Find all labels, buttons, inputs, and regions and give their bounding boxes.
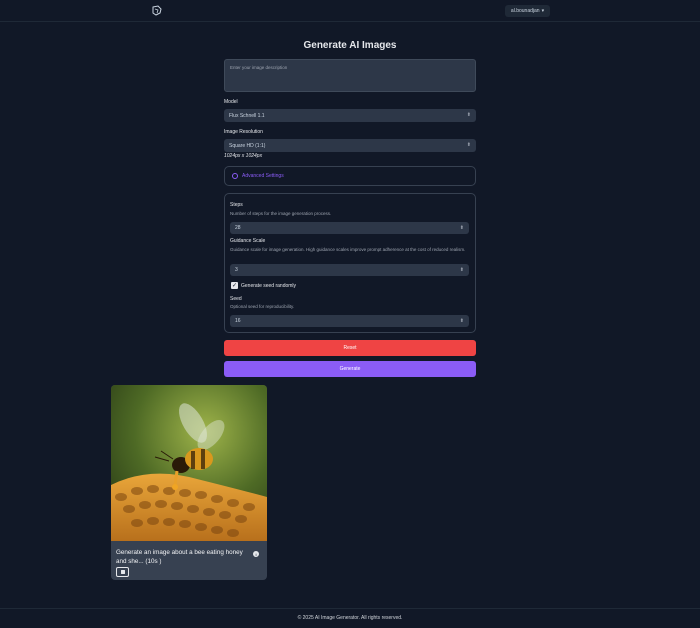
chevron-updown-icon: ⬍ — [466, 142, 471, 148]
stop-button[interactable] — [116, 567, 129, 577]
steps-label: Steps — [230, 202, 243, 208]
steps-value: 28 — [235, 225, 241, 231]
model-select[interactable]: Flux Schnell 1.1 ⬍ — [224, 109, 476, 122]
prompt-input[interactable]: Enter your image description — [224, 59, 476, 92]
resolution-select[interactable]: Square HD (1:1) ⬍ — [224, 139, 476, 152]
seed-label: Seed — [230, 296, 242, 302]
model-label: Model — [224, 99, 238, 105]
seed-input[interactable]: 16 ⬍ — [230, 315, 469, 327]
steps-input[interactable]: 28 ⬍ — [230, 222, 469, 234]
image-caption: Generate an image about a bee eating hon… — [116, 549, 243, 565]
info-icon[interactable]: i — [253, 551, 259, 557]
chevron-down-icon: ▾ — [541, 8, 545, 14]
reset-button[interactable]: Reset — [224, 340, 476, 356]
steps-description: Number of steps for the image generation… — [230, 211, 332, 216]
stepper-icon[interactable]: ⬍ — [460, 318, 464, 324]
user-name: al.bounadjan — [510, 8, 540, 14]
advanced-settings-toggle[interactable]: Advanced Settings — [224, 166, 476, 186]
guidance-value: 3 — [235, 267, 238, 273]
model-value: Flux Schnell 1.1 — [229, 112, 265, 119]
settings-icon — [232, 173, 238, 179]
footer-divider — [0, 608, 700, 609]
stepper-icon[interactable]: ⬍ — [460, 225, 464, 231]
chevron-updown-icon: ⬍ — [466, 112, 471, 118]
top-navbar: al.bounadjan ▾ — [0, 0, 700, 22]
random-seed-label: Generate seed randomly — [241, 283, 297, 289]
generated-image-card: Generate an image about a bee eating hon… — [111, 385, 267, 580]
advanced-settings-label: Advanced Settings — [242, 173, 284, 179]
guidance-label: Guidance Scale — [230, 238, 266, 244]
stop-icon — [120, 570, 125, 574]
guidance-description: Guidance scale for image generation. Hig… — [230, 247, 466, 252]
footer-copyright: © 2025 AI Image Generator. All rights re… — [297, 615, 403, 621]
guidance-input[interactable]: 3 ⬍ — [230, 264, 469, 276]
user-menu-button[interactable]: al.bounadjan ▾ — [505, 5, 550, 17]
page-title: Generate AI Images — [303, 40, 397, 51]
seed-description: Optional seed for reproducibility. — [230, 304, 295, 309]
resolution-label: Image Resolution — [224, 129, 263, 135]
random-seed-checkbox[interactable]: ✓ — [231, 282, 238, 289]
stepper-icon[interactable]: ⬍ — [460, 267, 464, 273]
resolution-dimensions: 1024px x 1024px — [224, 153, 263, 159]
generated-image[interactable] — [111, 385, 267, 541]
generate-button[interactable]: Generate — [224, 361, 476, 377]
resolution-value: Square HD (1:1) — [229, 142, 266, 149]
seed-value: 16 — [235, 318, 241, 324]
brain-logo-icon[interactable] — [150, 4, 164, 18]
